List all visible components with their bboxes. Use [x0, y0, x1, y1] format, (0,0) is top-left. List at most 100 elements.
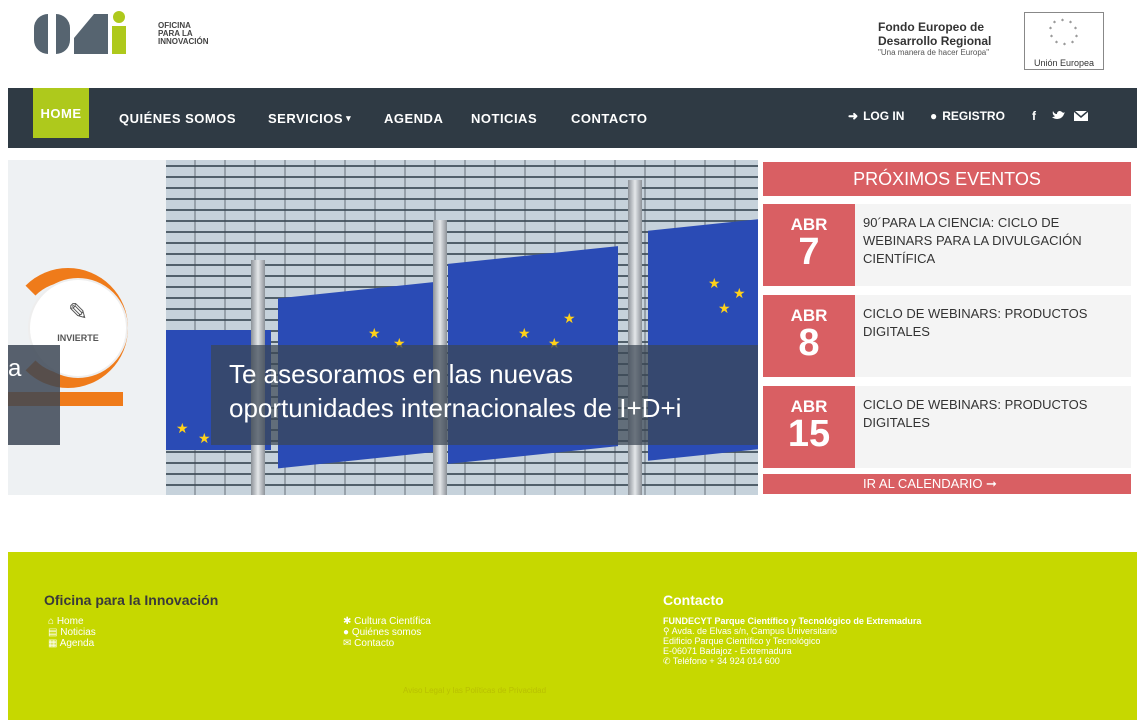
- footer-link-agenda[interactable]: ▦ Agenda: [48, 638, 94, 649]
- register-label: REGISTRO: [942, 108, 1005, 123]
- nav-news[interactable]: NOTICIAS: [471, 88, 537, 148]
- event-day: 8: [798, 322, 820, 364]
- svg-text:*: *: [1061, 18, 1064, 25]
- star-icon: ★: [198, 430, 211, 446]
- footer-link-about[interactable]: ● Quiénes somos: [343, 627, 421, 638]
- feder-tagline: "Una manera de hacer Europa": [878, 48, 990, 57]
- star-icon: ★: [176, 420, 189, 436]
- login-link[interactable]: ➜ LOG IN: [848, 88, 904, 143]
- feder-line-1: Fondo Europeo de: [878, 20, 984, 34]
- star-icon: ★: [708, 275, 721, 291]
- nav-services-label: SERVICIOS: [268, 110, 344, 126]
- users-icon: ●: [343, 627, 350, 638]
- svg-text:*: *: [1063, 42, 1066, 49]
- mail-icon[interactable]: [1074, 88, 1088, 143]
- svg-text:*: *: [1074, 26, 1077, 33]
- footer-link-label: Home: [56, 616, 84, 627]
- logo-mark: [34, 11, 152, 56]
- event-item[interactable]: ABR 15 CICLO DE WEBINARS: PRODUCTOS DIGI…: [763, 386, 1131, 468]
- eu-label: Unión Europea: [1033, 58, 1095, 68]
- svg-text:*: *: [1049, 26, 1052, 33]
- phone-icon: ✆: [663, 656, 671, 666]
- login-label: LOG IN: [863, 108, 905, 123]
- calendar-link[interactable]: IR AL CALENDARIO ➞: [763, 474, 1131, 494]
- footer-link-home[interactable]: ⌂ Home: [48, 616, 84, 627]
- event-item[interactable]: ABR 7 90´PARA LA CIENCIA: CICLO DE WEBIN…: [763, 204, 1131, 286]
- svg-text:*: *: [1071, 40, 1074, 47]
- site-logo[interactable]: OFICINA PARA LA INNOVACIÓN: [34, 11, 209, 56]
- twitter-icon[interactable]: [1052, 88, 1066, 143]
- newspaper-icon: ▤: [48, 627, 58, 638]
- event-title[interactable]: CICLO DE WEBINARS: PRODUCTOS DIGITALES: [863, 396, 1123, 432]
- feder-line-2: Desarrollo Regional: [878, 34, 992, 48]
- svg-text:*: *: [1069, 20, 1072, 27]
- footer-link-label: Noticias: [60, 627, 96, 638]
- event-date: ABR 8: [763, 295, 855, 377]
- nav-about[interactable]: QUIÉNES SOMOS: [119, 88, 236, 148]
- logo-line-3: INNOVACIÓN: [158, 37, 209, 46]
- legal-link[interactable]: Aviso Legal y las Políticas de Privacida…: [403, 686, 546, 695]
- star-icon: ★: [733, 285, 746, 301]
- contact-address-1-text: Avda. de Elvas s/n, Campus Universitario: [671, 626, 838, 636]
- register-link[interactable]: ● REGISTRO: [930, 88, 1005, 143]
- logo-text: OFICINA PARA LA INNOVACIÓN: [158, 22, 209, 46]
- star-icon: ★: [563, 310, 576, 326]
- home-icon: ⌂: [48, 616, 55, 627]
- contact-address-3: E-06071 Badajoz - Extremadura: [663, 646, 792, 656]
- footer-link-news[interactable]: ▤ Noticias: [48, 627, 96, 638]
- main-nav: HOME QUIÉNES SOMOS SERVICIOS ▾ AGENDA NO…: [8, 88, 1137, 148]
- footer-link-contact[interactable]: ✉ Contacto: [343, 638, 394, 649]
- flag-pole: [628, 180, 642, 495]
- footer-link-label: Cultura Científica: [354, 616, 431, 627]
- piggy-bank-icon: ✎: [67, 299, 89, 326]
- event-title[interactable]: CICLO DE WEBINARS: PRODUCTOS DIGITALES: [863, 305, 1123, 341]
- svg-text:*: *: [1075, 34, 1078, 41]
- contact-phone-text: Teléfono + 34 924 014 600: [672, 656, 780, 666]
- contact-address-1: ⚲ Avda. de Elvas s/n, Campus Universitar…: [663, 626, 923, 636]
- event-day: 7: [798, 231, 820, 273]
- event-item[interactable]: ABR 8 CICLO DE WEBINARS: PRODUCTOS DIGIT…: [763, 295, 1131, 377]
- slide-caption-fragment: a: [8, 345, 60, 445]
- caret-down-icon: ▾: [346, 112, 352, 123]
- feder-label: Fondo Europeo de Desarrollo Regional "Un…: [878, 20, 991, 58]
- hero-caption-line-1: Te asesoramos en las nuevas: [229, 359, 573, 389]
- hero-caption-line-2: oportunidades internacionales de I+D+i: [229, 393, 682, 423]
- contact-org: FUNDECYT Parque Científico y Tecnológico…: [663, 616, 922, 626]
- flask-icon: ✱: [343, 616, 352, 627]
- contact-details: FUNDECYT Parque Científico y Tecnológico…: [663, 616, 923, 666]
- contact-address-2: Edificio Parque Científico y Tecnológico: [663, 636, 821, 646]
- svg-text:*: *: [1055, 40, 1058, 47]
- footer-link-culture[interactable]: ✱ Cultura Científica: [343, 616, 431, 627]
- nav-agenda[interactable]: AGENDA: [384, 88, 443, 148]
- hero-slider[interactable]: ★ ★ ★ ★ ★ ★ ★ ★ ★ ★ ✎ INVIERTE a Te ases…: [8, 160, 758, 495]
- svg-text:*: *: [1050, 34, 1053, 41]
- svg-text:*: *: [1053, 20, 1056, 27]
- footer-title: Oficina para la Innovación: [44, 592, 219, 608]
- event-date: ABR 7: [763, 204, 855, 286]
- footer-link-label: Contacto: [354, 638, 395, 649]
- events-header: PRÓXIMOS EVENTOS: [763, 162, 1131, 196]
- star-icon: ★: [718, 300, 731, 316]
- nav-services[interactable]: SERVICIOS ▾: [268, 88, 351, 148]
- footer-link-label: Agenda: [59, 638, 95, 649]
- envelope-icon: ✉: [343, 638, 352, 649]
- star-icon: ★: [368, 325, 381, 341]
- site-footer: Oficina para la Innovación ⌂ Home ▤ Noti…: [8, 552, 1137, 720]
- hero-caption: Te asesoramos en las nuevas oportunidade…: [211, 345, 758, 445]
- contact-title: Contacto: [663, 592, 724, 608]
- site-header: OFICINA PARA LA INNOVACIÓN Fondo Europeo…: [0, 0, 1137, 88]
- footer-link-label: Quiénes somos: [351, 627, 422, 638]
- contact-phone: ✆ Teléfono + 34 924 014 600: [663, 656, 923, 666]
- invierte-label: INVIERTE: [57, 333, 99, 343]
- nav-home[interactable]: HOME: [33, 88, 89, 138]
- calendar-icon: ▦: [48, 638, 58, 649]
- event-title[interactable]: 90´PARA LA CIENCIA: CICLO DE WEBINARS PA…: [863, 214, 1123, 268]
- event-date: ABR 15: [763, 386, 855, 468]
- facebook-icon[interactable]: f: [1032, 88, 1036, 143]
- map-pin-icon: ⚲: [663, 626, 670, 636]
- login-icon: ➜: [848, 108, 859, 123]
- user-icon: ●: [930, 108, 938, 123]
- star-icon: ★: [518, 325, 531, 341]
- event-day: 15: [787, 413, 831, 455]
- nav-contact[interactable]: CONTACTO: [571, 88, 647, 148]
